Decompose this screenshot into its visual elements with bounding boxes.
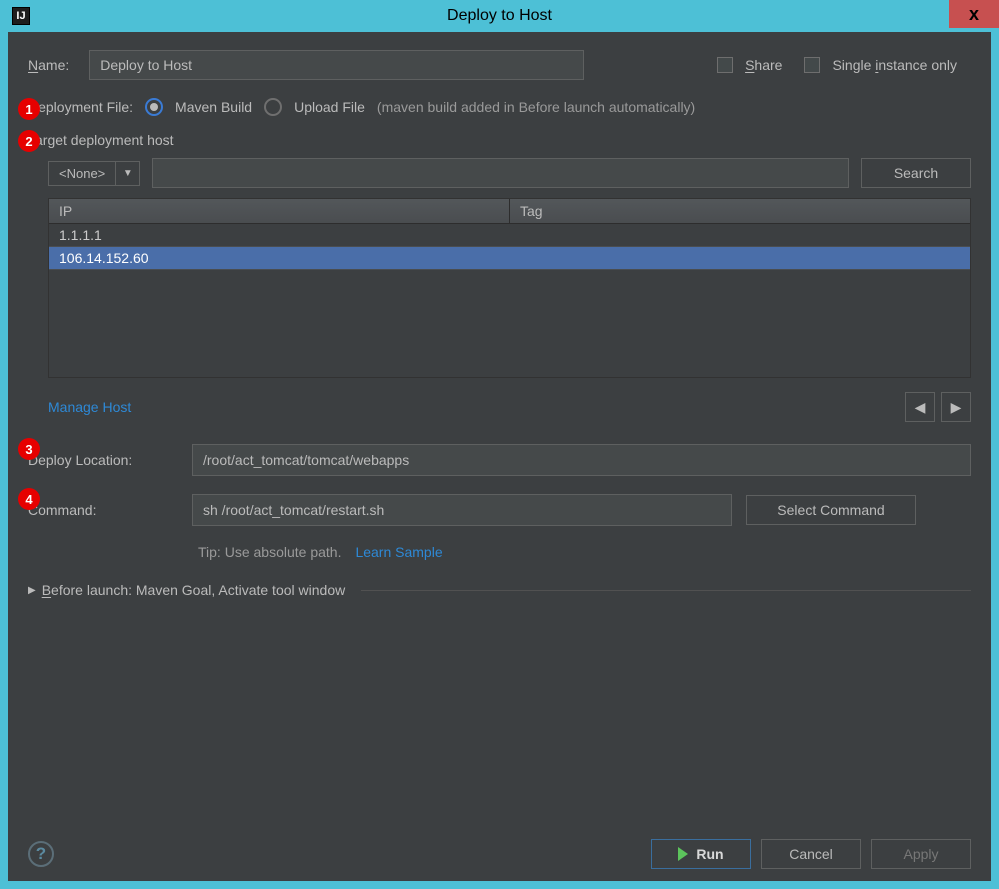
table-row[interactable]: 1.1.1.1 (49, 224, 970, 247)
close-button[interactable]: x (949, 0, 999, 28)
deploy-location-row: 3 Deploy Location: (28, 444, 971, 476)
chevron-down-icon: ▼ (115, 162, 139, 185)
cancel-button[interactable]: Cancel (761, 839, 861, 869)
before-launch-expander[interactable]: ▶ Before launch: Maven Goal, Activate to… (28, 582, 971, 598)
prev-button[interactable]: ◀ (905, 392, 935, 422)
host-filter-dropdown[interactable]: <None> ▼ (48, 161, 140, 186)
deploy-location-label: Deploy Location: (28, 452, 178, 468)
badge-4: 4 (18, 488, 40, 510)
table-row[interactable]: 106.14.152.60 (49, 247, 970, 270)
name-input[interactable] (89, 50, 584, 80)
command-input[interactable] (192, 494, 732, 526)
single-instance-checkbox[interactable] (804, 57, 820, 73)
badge-3: 3 (18, 438, 40, 460)
share-label: Share (745, 57, 782, 73)
bottom-bar: ? Run Cancel Apply (28, 829, 971, 869)
triangle-right-icon: ▶ (28, 585, 36, 596)
radio-upload-label: Upload File (294, 99, 365, 115)
manage-row: Manage Host ◀ ▶ (28, 392, 971, 422)
learn-sample-link[interactable]: Learn Sample (355, 544, 442, 560)
separator (361, 590, 971, 591)
cell-tag (510, 247, 971, 269)
cell-tag (510, 224, 971, 246)
apply-button[interactable]: Apply (871, 839, 971, 869)
action-buttons: Run Cancel Apply (651, 839, 971, 869)
cell-ip: 1.1.1.1 (49, 224, 510, 246)
before-launch-label: Before launch: Maven Goal, Activate tool… (42, 582, 346, 598)
name-row: Name: Share Single instance only (28, 50, 971, 80)
name-label: Name: (28, 57, 69, 73)
help-button[interactable]: ? (28, 841, 54, 867)
deployment-file-hint: (maven build added in Before launch auto… (377, 99, 695, 115)
deployment-file-row: 1 Deployment File: Maven Build Upload Fi… (28, 98, 971, 116)
radio-upload-file[interactable] (264, 98, 282, 116)
host-search-row: <None> ▼ Search (28, 158, 971, 188)
tip-row: Tip: Use absolute path. Learn Sample (198, 544, 971, 560)
deployment-file-label: Deployment File: (28, 99, 133, 115)
host-table: IP Tag 1.1.1.1 106.14.152.60 (48, 198, 971, 378)
single-instance-label: Single instance only (832, 57, 957, 73)
target-host-label: Target deployment host (28, 132, 971, 148)
col-tag[interactable]: Tag (510, 199, 970, 223)
search-button[interactable]: Search (861, 158, 971, 188)
col-ip[interactable]: IP (49, 199, 510, 223)
host-search-input[interactable] (152, 158, 849, 188)
client-area: Name: Share Single instance only 1 Deplo… (8, 32, 991, 881)
nav-buttons: ◀ ▶ (905, 392, 971, 422)
play-icon (678, 847, 688, 861)
dialog-window: IJ Deploy to Host x Name: Share Single i… (0, 0, 999, 889)
deploy-location-input[interactable] (192, 444, 971, 476)
table-header: IP Tag (49, 199, 970, 224)
chevron-right-icon: ▶ (951, 399, 962, 416)
run-label: Run (696, 846, 723, 862)
manage-host-link[interactable]: Manage Host (48, 399, 131, 415)
command-label: Command: (28, 502, 178, 518)
chevron-left-icon: ◀ (915, 399, 926, 416)
share-checkbox[interactable] (717, 57, 733, 73)
dropdown-value: <None> (49, 162, 115, 185)
next-button[interactable]: ▶ (941, 392, 971, 422)
share-group: Share Single instance only (717, 57, 971, 73)
tip-text: Tip: Use absolute path. (198, 544, 341, 560)
radio-maven-build[interactable] (145, 98, 163, 116)
window-title: Deploy to Host (0, 7, 999, 25)
run-button[interactable]: Run (651, 839, 751, 869)
badge-1: 1 (18, 98, 40, 120)
titlebar[interactable]: IJ Deploy to Host x (0, 0, 999, 32)
target-section: 2 Target deployment host <None> ▼ Search… (28, 132, 971, 378)
command-row: 4 Command: Select Command (28, 494, 971, 526)
badge-2: 2 (18, 130, 40, 152)
radio-maven-label: Maven Build (175, 99, 252, 115)
select-command-button[interactable]: Select Command (746, 495, 916, 525)
cell-ip: 106.14.152.60 (49, 247, 510, 269)
